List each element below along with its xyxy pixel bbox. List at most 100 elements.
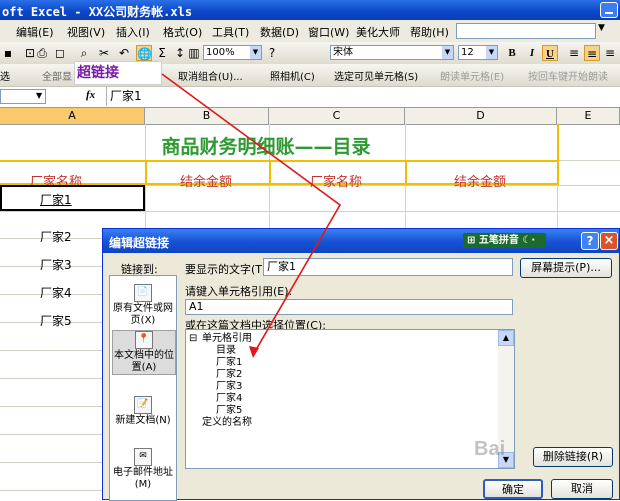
vendor-cell-4[interactable]: 厂家4 [40,284,72,301]
scroll-up-icon[interactable]: ▲ [498,330,514,346]
link-email-label: 电子邮件地址(M) [113,467,173,490]
chart-wizard-icon[interactable]: ▥ [186,45,202,61]
hyperlink-tooltip: 超链接 [74,61,162,85]
table-border [557,124,559,185]
screentip-button[interactable]: 屏幕提示(P)... [520,258,612,278]
vendor-link-1[interactable]: 厂家1 [40,191,72,208]
select-visible-cells-button[interactable]: 选定可见单元格(S) [334,68,418,83]
menu-beautify[interactable]: 美化大师 [356,24,400,40]
column-header-c[interactable]: C [269,108,405,124]
location-icon: 📍 [135,331,153,349]
font-value: 宋体 [333,47,353,58]
baidu-watermark: Bai [474,438,505,461]
close-button[interactable]: × [600,232,618,250]
italic-button[interactable]: I [524,45,540,61]
print-preview-icon[interactable]: ◻ [52,45,68,61]
link-new-document[interactable]: 📝 新建文档(N) [112,396,174,427]
help-dropdown-icon[interactable]: ▼ [598,23,605,33]
gridline [0,211,620,212]
menu-format[interactable]: 格式(O) [163,24,202,40]
vendor-cell-2[interactable]: 厂家2 [40,228,72,245]
save-icon[interactable]: ▪ [0,45,16,61]
ime-icon: ⊞ [467,235,476,246]
insert-hyperlink-icon[interactable]: 🌐 [136,45,152,61]
tree-node-vendor-4[interactable]: 厂家4 [216,393,242,405]
read-cell-button[interactable]: 朗读单元格(E) [440,68,504,83]
align-right-icon[interactable]: ≡ [602,45,618,61]
column-header-d[interactable]: D [405,108,557,124]
ime-indicator[interactable]: ⊞ 五笔拼音 ☾· [463,233,546,248]
research-icon[interactable]: ⌕ [76,45,92,61]
tree-collapse-icon[interactable]: ⊟ [189,333,197,345]
document-icon: 📄 [134,284,152,302]
cell-reference-label: 请键入单元格引用(E): [185,285,293,298]
align-left-icon[interactable]: ≡ [566,45,582,61]
cell-reference-input[interactable]: A1 [185,299,513,315]
window-title-bar: oft Excel - XX公司财务帐.xls [0,0,620,20]
print-icon[interactable]: ⎙ [34,45,50,61]
tree-node-toc[interactable]: 目录 [216,345,236,357]
table-border [405,160,407,185]
cancel-button[interactable]: 取消 [551,479,613,499]
autosum-icon[interactable]: Σ [154,45,170,61]
fx-icon[interactable]: fx [86,89,95,101]
menu-window[interactable]: 窗口(W) [308,24,349,40]
help-button[interactable]: ? [581,232,599,250]
column-header-a[interactable]: A [0,108,145,124]
zoom-select[interactable]: 100% ▼ [203,45,262,60]
partial-button[interactable]: 选 [0,68,10,83]
table-border [145,160,147,185]
cut-icon[interactable]: ✂ [96,45,112,61]
ungroup-button[interactable]: 取消组合(U)... [178,68,243,83]
tree-node-vendor-3[interactable]: 厂家3 [216,381,242,393]
sheet-title: 商品财务明细账——目录 [161,136,371,158]
font-select[interactable]: 宋体 ▼ [330,45,454,60]
help-icon[interactable]: ? [264,45,280,61]
camera-button[interactable]: 照相机(C) [270,68,315,83]
chevron-down-icon: ▼ [36,91,43,100]
ime-label: 五笔拼音 [478,235,519,246]
read-enter-button[interactable]: 按回车键开始朗读 [528,68,608,83]
column-header-e[interactable]: E [557,108,620,124]
table-border [0,160,557,162]
tree-node-defined-names[interactable]: 定义的名称 [202,417,252,429]
tree-node-vendor-5[interactable]: 厂家5 [216,405,242,417]
watermark-text: Bai [474,438,506,460]
link-email-address[interactable]: ✉ 电子邮件地址(M) [112,448,174,491]
column-header-b[interactable]: B [145,108,269,124]
tree-node-vendor-2[interactable]: 厂家2 [216,369,242,381]
menu-data[interactable]: 数据(D) [260,24,299,40]
menu-tools[interactable]: 工具(T) [212,24,249,40]
underline-button[interactable]: U [542,45,558,61]
menu-view[interactable]: 视图(V) [67,24,105,40]
undo-icon[interactable]: ↶ [116,45,132,61]
font-size-select[interactable]: 12 ▼ [458,45,498,60]
show-all-button[interactable]: 全部显 [42,68,72,83]
menu-help[interactable]: 帮助(H) [410,24,449,40]
chevron-down-icon: ▼ [442,46,453,59]
document-place-tree[interactable]: ⊟ 单元格引用 目录 厂家1 厂家2 厂家3 厂家4 厂家5 定义的名称 ▲ ▼ [185,329,515,469]
link-place-in-document[interactable]: 📍 本文档中的位置(A) [112,330,176,375]
tree-node-vendor-1[interactable]: 厂家1 [216,357,242,369]
align-center-icon[interactable]: ≡ [584,45,600,61]
help-search-input[interactable] [456,23,596,39]
menu-insert[interactable]: 插入(I) [116,24,150,40]
remove-link-button[interactable]: 删除链接(R) [533,447,613,467]
minimize-button[interactable] [600,2,618,18]
link-place-label: 本文档中的位置(A) [114,350,174,373]
display-text-input[interactable]: 厂家1 [263,258,513,276]
name-box[interactable]: ▼ [0,89,46,104]
header-balance: 结余金额 [180,175,233,190]
ok-button[interactable]: 确定 [483,479,543,499]
tree-node-cell-reference[interactable]: 单元格引用 [202,333,252,345]
active-cell-a3[interactable] [0,185,145,211]
formula-input[interactable]: 厂家1 [106,87,620,106]
bold-button[interactable]: B [504,45,520,61]
dialog-title: 编辑超链接 [109,236,170,250]
vendor-cell-5[interactable]: 厂家5 [40,312,72,329]
email-icon: ✉ [134,448,152,466]
menu-edit[interactable]: 编辑(E) [16,24,54,40]
table-border [269,160,271,185]
vendor-cell-3[interactable]: 厂家3 [40,256,72,273]
link-existing-file[interactable]: 📄 原有文件或网页(X) [112,284,174,327]
